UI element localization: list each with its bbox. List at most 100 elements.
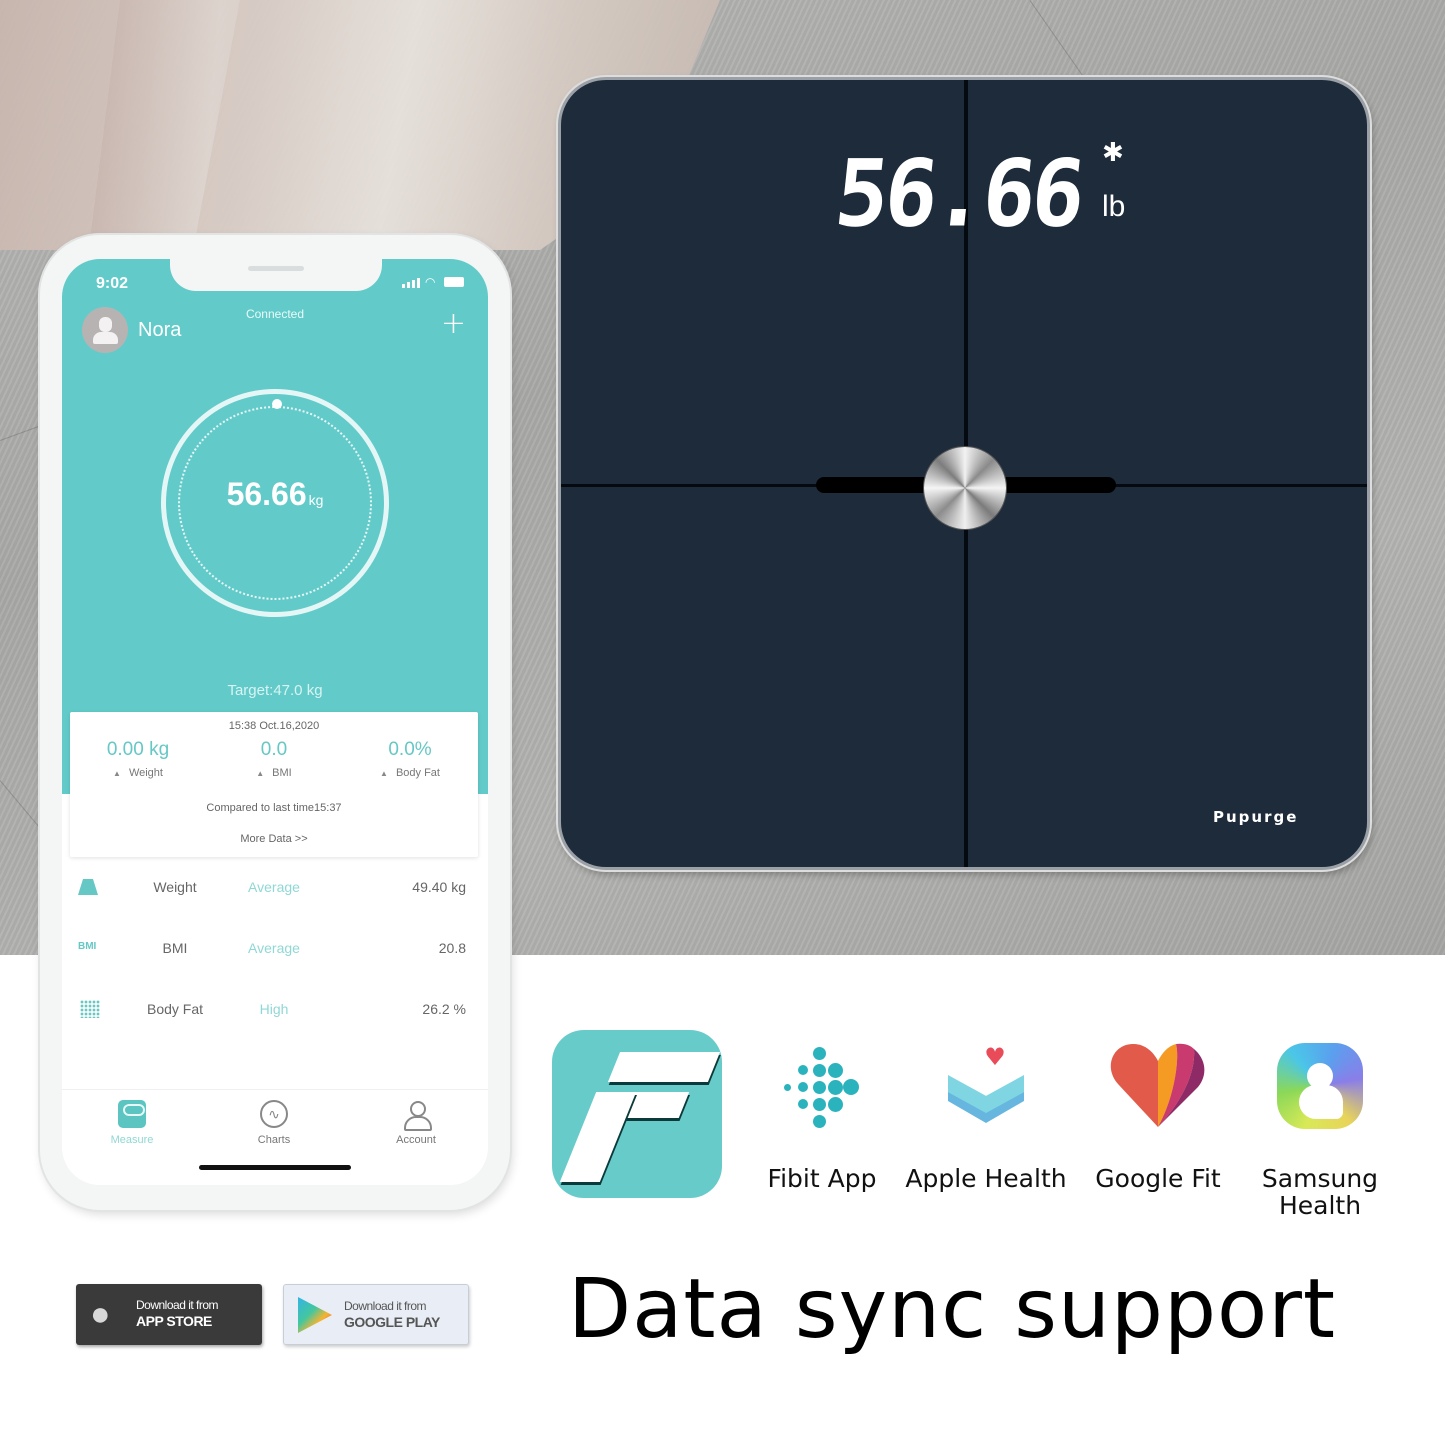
tab-label: Account [396,1134,436,1146]
metric-name: Body Fat [146,1001,204,1017]
heart-icon: ♥ [984,1043,1006,1071]
weight-icon [78,877,102,897]
google-fit-heart [1110,1043,1205,1127]
target-weight: Target:47.0 kg [227,682,323,699]
summary-metric-label: BMI [272,767,292,779]
triangle-up-icon: ▲ [113,769,121,778]
floor-tile-seam [0,780,39,827]
summary-metric-label-row: ▲ BMI [206,767,342,779]
sync-app-label: Google Fit [1095,1164,1221,1193]
sync-app-apple-health: ♥ Apple Health [900,1035,1072,1192]
fitdays-logo-stem [559,1092,637,1182]
metric-value: 20.8 [438,940,466,956]
metric-status: Average [248,940,300,956]
fitbit-dot [827,1096,843,1112]
fitdays-app-icon [552,1030,722,1198]
phone-mockup: 9:02 ◠ Nora Connected + 56.66 kg Target:4… [40,235,510,1210]
fitbit-icon [777,1035,867,1140]
fitbit-dot [783,1083,791,1091]
runner-body [1299,1085,1343,1119]
metric-row-body-fat[interactable]: Body Fat High 26.2 % [62,989,488,1029]
metric-row-bmi[interactable]: BMI BMI Average 20.8 [62,928,488,968]
metric-row-weight[interactable]: Weight Average 49.40 kg [62,867,488,907]
fitdays-logo-bar-top [607,1052,721,1082]
bmi-icon: BMI [78,941,97,952]
apple-icon: ● [90,1295,111,1333]
weight-gauge: 56.66 kg [161,389,389,617]
summary-metric-label-row: ▲ Body Fat [342,767,478,779]
phone-screen: 9:02 ◠ Nora Connected + 56.66 kg Target:4… [62,259,488,1185]
fitbit-dot [812,1114,826,1128]
scale-unit: lb [1102,190,1126,223]
tab-label: Measure [110,1134,154,1146]
status-bar-icons: ◠ [402,276,464,288]
measurement-timestamp: 15:38 Oct.16,2020 [228,720,320,732]
fitbit-dot [798,1099,808,1109]
headline: Data sync support [568,1262,1337,1357]
metric-name: BMI [162,940,188,956]
summary-metric-label-row: ▲ Weight [70,767,206,779]
home-indicator[interactable] [199,1165,351,1170]
summary-card: 15:38 Oct.16,2020 0.00 kg ▲ Weight 0.0 ▲ B… [70,712,478,857]
weight-icon-shape [78,879,98,895]
phone-notch [170,259,382,291]
status-bar-time: 9:02 [96,275,129,292]
summary-metric-bmi: 0.0 ▲ BMI [206,739,342,779]
fitbit-dot [812,1046,826,1060]
app-store-badge[interactable]: ● Download it from APP STORE [76,1284,262,1345]
sync-app-label: Apple Health [905,1164,1067,1193]
fitbit-dot [812,1097,826,1111]
body-fat-icon-dots [80,1000,100,1018]
comparison-text: Compared to last time15:37 [206,802,342,814]
speaker-grille [248,266,304,271]
google-play-icon [298,1297,332,1333]
badge-line1: Download it from [136,1298,219,1312]
person-icon [402,1100,432,1131]
bluetooth-icon: ✱ [1102,138,1124,168]
summary-metric-body-fat: 0.0% ▲ Body Fat [342,739,478,779]
metric-value: 26.2 % [422,1001,466,1017]
google-fit-icon [1100,1035,1216,1140]
sync-app-fitbit: Fibit App [760,1035,884,1192]
battery-icon [444,277,464,287]
summary-metric-label: Body Fat [395,767,440,779]
summary-metric-value: 0.0 [260,739,288,760]
scale-icon [118,1100,146,1128]
badge-line1: Download it from [344,1299,427,1313]
bottom-tab-bar: Measure ∿ Charts Account [62,1089,488,1185]
triangle-up-icon: ▲ [380,769,388,778]
triangle-up-icon: ▲ [256,769,265,778]
wifi-icon: ◠ [425,275,436,289]
summary-metric-weight: 0.00 kg ▲ Weight [70,739,206,779]
person-icon-body [93,332,118,344]
gauge-number: 56.66 [226,476,307,512]
plus-icon[interactable]: + [441,309,466,339]
more-data-link[interactable]: More Data >> [70,833,478,845]
google-play-badge[interactable]: Download it from GOOGLE PLAY [283,1284,469,1345]
scale-center-button[interactable] [924,447,1006,529]
badge-line2: APP STORE [136,1313,212,1329]
metric-name: Weight [153,879,197,895]
gauge-unit: kg [308,492,324,508]
body-fat-icon [78,999,102,1019]
sync-app-label-line1: Samsung [1261,1164,1379,1193]
scale-weight-display: 56.66 [830,139,1087,248]
samsung-health-badge [1277,1043,1363,1129]
smart-scale: 56.66 ✱ lb Pupurge [558,77,1370,870]
signal-icon [402,278,420,288]
chart-icon: ∿ [260,1100,288,1128]
scale-brand-logo: Pupurge [1213,808,1299,826]
sync-app-samsung-health: Samsung Health [1250,1035,1390,1219]
fitbit-dot [812,1080,826,1094]
fitbit-dot [798,1065,808,1075]
fitbit-dot [827,1079,843,1095]
fitbit-dot [843,1079,859,1095]
tab-charts[interactable]: ∿ Charts [224,1100,324,1146]
tab-account[interactable]: Account [366,1100,466,1146]
fitbit-dot [798,1082,808,1092]
user-name[interactable]: Nora [138,319,181,342]
metric-value: 49.40 kg [412,879,466,895]
fitbit-dot [827,1062,843,1078]
tab-measure[interactable]: Measure [82,1100,182,1146]
connection-status: Connected [245,307,305,321]
